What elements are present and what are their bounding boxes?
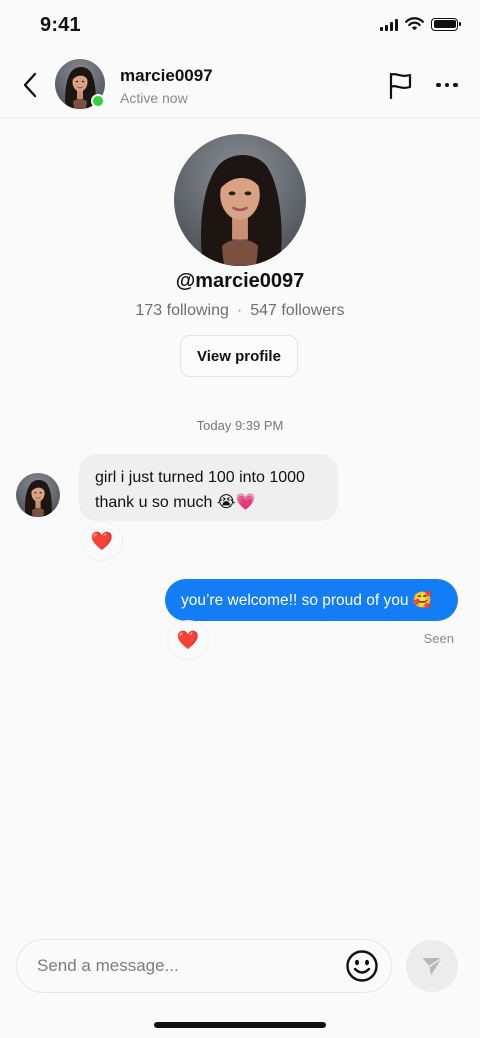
message-input[interactable] xyxy=(37,940,337,992)
more-icon xyxy=(436,82,441,88)
sender-avatar[interactable] xyxy=(16,473,60,517)
heart-reaction-icon: ❤️ xyxy=(176,629,200,650)
more-button[interactable] xyxy=(432,74,462,96)
smiley-icon xyxy=(346,950,378,982)
profile-photo[interactable] xyxy=(174,134,306,266)
message-composer xyxy=(16,939,392,993)
battery-level xyxy=(433,20,456,28)
more-icon-dot xyxy=(453,82,458,88)
chevron-left-icon xyxy=(23,72,37,98)
outgoing-message[interactable]: you’re welcome!! so proud of you 🥰 xyxy=(165,579,458,621)
seen-status: Seen xyxy=(423,631,454,646)
outgoing-message-reaction[interactable]: ❤️ xyxy=(168,621,208,659)
view-profile-button[interactable]: View profile xyxy=(180,335,298,377)
profile-handle: @marcie0097 xyxy=(175,270,305,292)
incoming-message[interactable]: girl i just turned 100 into 1000 thank u… xyxy=(79,454,338,521)
header-username[interactable]: marcie0097 xyxy=(120,66,213,86)
followers-count[interactable]: 547 followers xyxy=(250,302,344,319)
following-count[interactable]: 173 following xyxy=(135,302,228,319)
chat-header: marcie0097 Active now xyxy=(0,52,480,118)
header-presence: Active now xyxy=(120,90,188,106)
message-timestamp: Today 9:39 PM xyxy=(196,418,284,433)
send-icon xyxy=(422,957,443,975)
incoming-message-reaction[interactable]: ❤️ xyxy=(82,522,122,560)
home-indicator[interactable] xyxy=(154,1022,326,1028)
status-time: 9:41 xyxy=(40,14,81,36)
cellular-signal-icon xyxy=(380,18,398,31)
wifi-icon xyxy=(405,17,424,31)
emoji-button[interactable] xyxy=(345,949,379,983)
heart-reaction-icon: ❤️ xyxy=(90,530,114,551)
battery-icon xyxy=(431,17,461,31)
stats-separator: · xyxy=(236,302,243,319)
report-button[interactable] xyxy=(386,70,414,100)
dm-screen: 9:41 marcie0097 Active now @marcie0097 1… xyxy=(0,0,480,1038)
send-button[interactable] xyxy=(406,940,458,992)
online-indicator xyxy=(91,94,105,108)
more-icon-dot xyxy=(444,82,450,88)
profile-stats: 173 following · 547 followers xyxy=(0,302,480,320)
header-avatar[interactable] xyxy=(55,59,105,109)
status-bar: 9:41 xyxy=(0,0,480,52)
back-button[interactable] xyxy=(16,70,44,100)
flag-icon xyxy=(389,72,412,100)
status-icons xyxy=(380,17,461,31)
